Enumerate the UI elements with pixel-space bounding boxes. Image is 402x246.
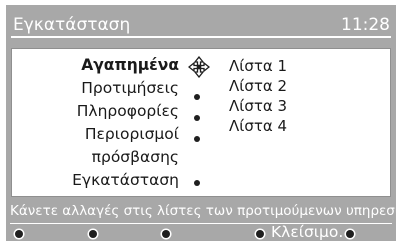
list-option-1[interactable]: Λίστα 1: [229, 56, 287, 76]
color-key-green-button[interactable]: [89, 230, 97, 238]
list-option-4[interactable]: Λίστα 4: [229, 116, 287, 136]
color-key-blue-button[interactable]: [256, 230, 264, 238]
menu-item-access-restrictions[interactable]: Περιορισμοί: [85, 124, 179, 145]
tv-menu-screen: Εγκατάσταση 11:28 Αγαπημένα Προτιμήσεις …: [6, 5, 402, 241]
navigation-cursor-icon: [188, 56, 210, 78]
title-bar: Εγκατάσταση 11:28: [6, 5, 396, 45]
help-hint: Κάνετε αλλαγές στις λίστες των προτιμούμ…: [10, 203, 402, 219]
menu-item-favorites[interactable]: Αγαπημένα: [81, 55, 179, 76]
close-button-label[interactable]: Κλείσιμο.: [271, 223, 343, 241]
menu-item-dot: [194, 136, 200, 142]
clock: 11:28: [341, 15, 390, 35]
list-option-2[interactable]: Λίστα 2: [229, 76, 287, 96]
color-key-yellow-button[interactable]: [162, 230, 170, 238]
menu-item-installation[interactable]: Εγκατάσταση: [72, 170, 179, 191]
menu-item-dot: [194, 94, 200, 100]
menu-item-information[interactable]: Πληροφορίες: [77, 101, 179, 122]
menu-item-dot: [194, 115, 200, 121]
close-key-button[interactable]: [346, 230, 354, 238]
menu-item-access-restrictions-line2: πρόσβασης: [91, 148, 179, 166]
title-underline: [11, 36, 391, 38]
list-option-3[interactable]: Λίστα 3: [229, 96, 287, 116]
menu-panel: Αγαπημένα Προτιμήσεις Πληροφορίες Περιορ…: [11, 48, 391, 197]
color-key-red-button[interactable]: [15, 230, 23, 238]
menu-item-dot: [194, 180, 200, 186]
menu-item-preferences[interactable]: Προτιμήσεις: [81, 78, 179, 99]
page-title: Εγκατάσταση: [13, 15, 131, 35]
